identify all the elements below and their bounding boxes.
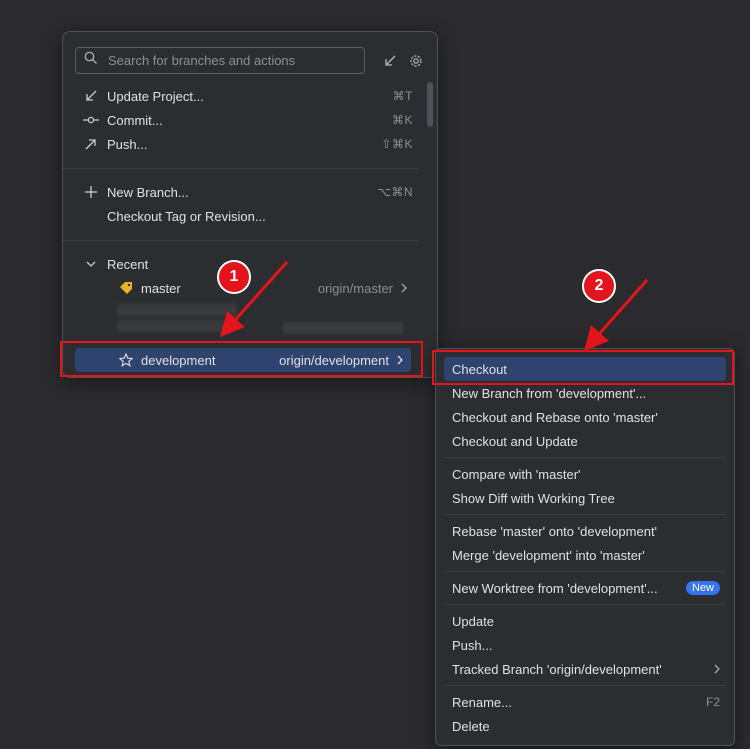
redacted-branch bbox=[117, 304, 237, 316]
action-push[interactable]: Push... ⇧⌘K bbox=[75, 132, 419, 156]
plus-icon bbox=[83, 184, 99, 200]
menu-item-label: New Worktree from 'development'... bbox=[452, 580, 658, 596]
action-label: Push... bbox=[107, 136, 148, 152]
menu-item-label: Rebase 'master' onto 'development' bbox=[452, 523, 658, 539]
menu-item-push[interactable]: Push... bbox=[444, 633, 726, 657]
highlight-box-checkout bbox=[432, 350, 734, 385]
blank-icon-slot bbox=[83, 208, 99, 224]
separator bbox=[444, 604, 726, 605]
branch-tracking: origin/master bbox=[317, 280, 393, 296]
separator bbox=[444, 685, 726, 686]
action-label: Checkout Tag or Revision... bbox=[107, 208, 266, 224]
menu-item-label: Delete bbox=[452, 718, 490, 734]
highlight-box-development bbox=[60, 341, 423, 377]
menu-item-update[interactable]: Update bbox=[444, 609, 726, 633]
separator bbox=[444, 457, 726, 458]
redacted-branch bbox=[117, 320, 227, 332]
push-arrow-icon bbox=[83, 136, 99, 152]
update-arrow-icon bbox=[83, 88, 99, 104]
menu-item-show-diff[interactable]: Show Diff with Working Tree bbox=[444, 486, 726, 510]
gear-icon[interactable] bbox=[409, 54, 423, 68]
action-shortcut: ⌥⌘N bbox=[377, 185, 413, 199]
menu-item-tracked-branch[interactable]: Tracked Branch 'origin/development' bbox=[444, 657, 726, 681]
chevron-right-icon bbox=[399, 281, 409, 296]
menu-item-merge[interactable]: Merge 'development' into 'master' bbox=[444, 543, 726, 567]
menu-item-rebase[interactable]: Rebase 'master' onto 'development' bbox=[444, 519, 726, 543]
action-commit[interactable]: Commit... ⌘K bbox=[75, 108, 419, 132]
chevron-down-icon bbox=[83, 256, 99, 272]
menu-item-label: Show Diff with Working Tree bbox=[452, 490, 615, 506]
scrollbar[interactable] bbox=[427, 82, 433, 127]
menu-item-label: Rename... bbox=[452, 694, 512, 710]
action-shortcut: ⌘K bbox=[391, 113, 413, 127]
menu-item-checkout-update[interactable]: Checkout and Update bbox=[444, 429, 726, 453]
collapse-arrow-icon[interactable] bbox=[383, 54, 397, 68]
redacted-branch bbox=[283, 322, 403, 334]
menu-item-delete[interactable]: Delete bbox=[444, 714, 726, 738]
menu-item-label: Merge 'development' into 'master' bbox=[452, 547, 645, 563]
recent-label: Recent bbox=[107, 256, 149, 272]
menu-item-label: New Branch from 'development'... bbox=[452, 385, 647, 401]
menu-item-label: Checkout and Rebase onto 'master' bbox=[452, 409, 658, 425]
action-label: New Branch... bbox=[107, 184, 189, 200]
branch-context-menu: Checkout New Branch from 'development'..… bbox=[435, 348, 735, 746]
action-shortcut: ⌘T bbox=[392, 89, 413, 103]
action-new-branch[interactable]: New Branch... ⌥⌘N bbox=[75, 180, 419, 204]
action-label: Commit... bbox=[107, 112, 163, 128]
menu-item-new-worktree[interactable]: New Worktree from 'development'... New bbox=[444, 576, 726, 600]
separator bbox=[444, 514, 726, 515]
tag-icon bbox=[119, 281, 141, 295]
menu-item-label: Compare with 'master' bbox=[452, 466, 581, 482]
chevron-right-icon bbox=[712, 662, 722, 677]
action-label: Update Project... bbox=[107, 88, 204, 104]
action-shortcut: ⇧⌘K bbox=[381, 137, 413, 151]
screen: Update Project... ⌘T Commit... ⌘K Push..… bbox=[0, 0, 750, 749]
action-checkout-tag[interactable]: Checkout Tag or Revision... bbox=[75, 204, 419, 228]
menu-item-label: Checkout and Update bbox=[452, 433, 578, 449]
new-badge: New bbox=[685, 581, 720, 595]
menu-item-checkout-rebase[interactable]: Checkout and Rebase onto 'master' bbox=[444, 405, 726, 429]
search-icon bbox=[84, 51, 98, 70]
commit-icon bbox=[83, 112, 99, 128]
separator bbox=[63, 168, 418, 169]
menu-item-label: Push... bbox=[452, 637, 493, 653]
action-update-project[interactable]: Update Project... ⌘T bbox=[75, 84, 419, 108]
step-marker-2: 2 bbox=[582, 269, 616, 303]
separator bbox=[63, 240, 418, 241]
search-input[interactable] bbox=[106, 52, 350, 69]
step-marker-1: 1 bbox=[217, 260, 251, 294]
menu-item-compare[interactable]: Compare with 'master' bbox=[444, 462, 726, 486]
branch-search-field[interactable] bbox=[75, 47, 365, 74]
separator bbox=[444, 571, 726, 572]
menu-item-rename[interactable]: Rename... F2 bbox=[444, 690, 726, 714]
menu-item-shortcut: F2 bbox=[705, 695, 720, 709]
menu-item-label: Update bbox=[452, 613, 494, 629]
menu-item-label: Tracked Branch 'origin/development' bbox=[452, 661, 662, 677]
branches-popup: Update Project... ⌘T Commit... ⌘K Push..… bbox=[62, 31, 438, 378]
